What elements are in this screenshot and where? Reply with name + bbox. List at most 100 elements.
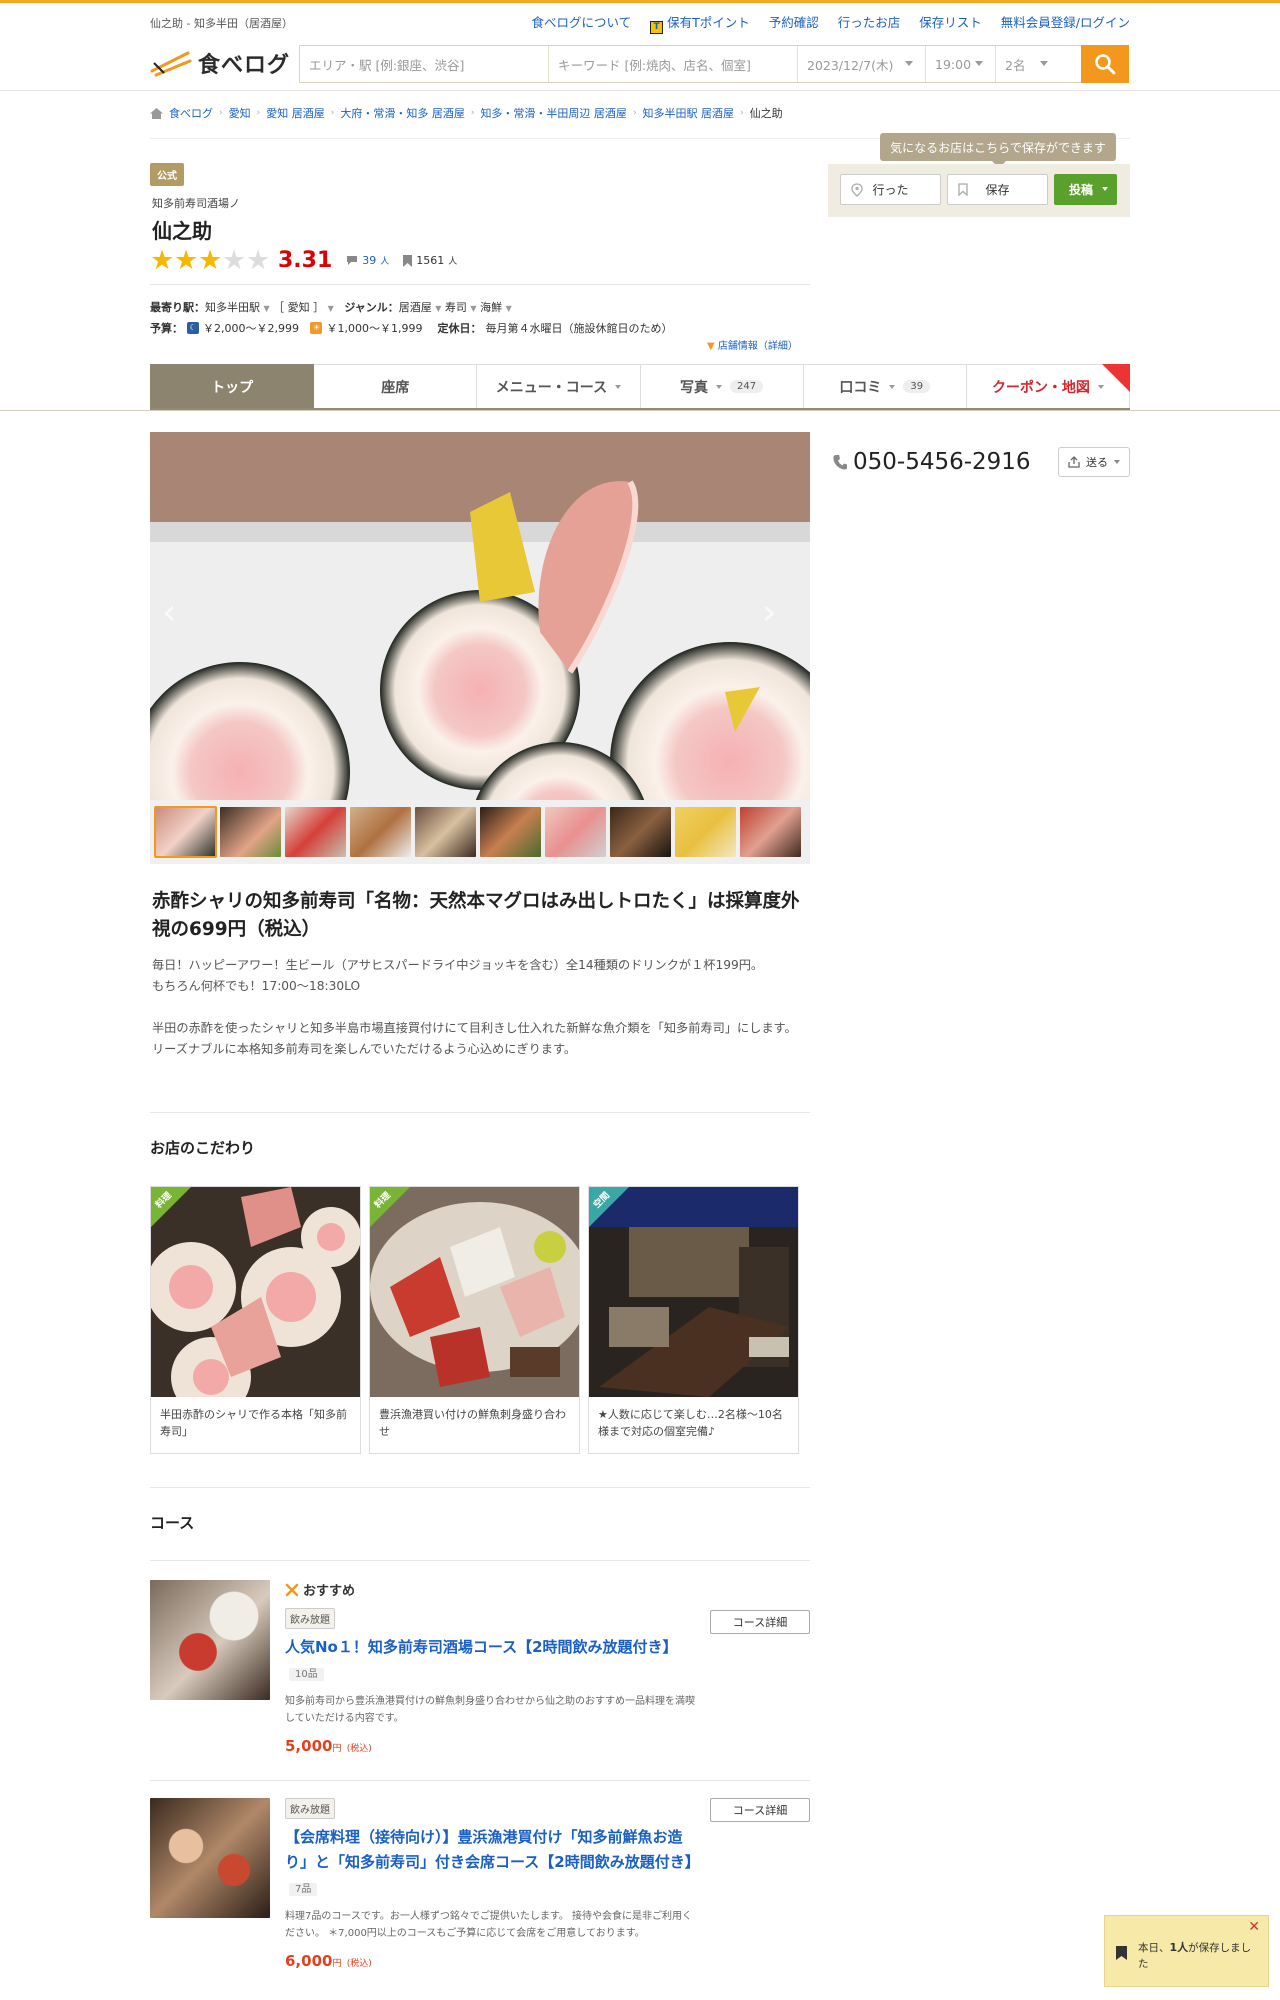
tab-label: トップ: [211, 379, 254, 396]
breadcrumb-item[interactable]: 食べログ: [169, 105, 213, 121]
kodawari-image: 料理: [370, 1187, 579, 1397]
course-title-link[interactable]: 【会席料理（接待向け）】豊浜漁港買付け「知多前鮮魚お造り」と「知多前寿司」付き会…: [285, 1825, 700, 1902]
star-empty-icon: ★: [222, 244, 247, 276]
phone-number[interactable]: 050-5456-2916: [833, 449, 1031, 475]
tab-top[interactable]: トップ: [150, 364, 315, 408]
divider: [150, 1112, 810, 1113]
prefecture[interactable]: ［ 愛知 ］: [273, 301, 324, 314]
kodawari-card[interactable]: 空間 ★人数に応じて楽しむ…2名様〜10名様まで対応の個室完備♪: [588, 1186, 799, 1454]
tab-coupon-map[interactable]: クーポン・地図: [966, 364, 1131, 408]
course-image[interactable]: [150, 1798, 270, 1918]
close-icon[interactable]: ✕: [1248, 1919, 1260, 1935]
photo-next-arrow-icon[interactable]: ›: [762, 595, 782, 631]
chevron-down-icon: [1114, 460, 1120, 464]
station-link[interactable]: 知多半田駅: [205, 301, 260, 314]
course-body: 飲み放題 【会席料理（接待向け）】豊浜漁港買付け「知多前鮮魚お造り」と「知多前寿…: [285, 1798, 700, 1970]
thumbnail[interactable]: [675, 807, 736, 857]
breadcrumb-item[interactable]: 知多・常滑・半田周辺 居酒屋: [480, 105, 627, 121]
arrow-down-icon: ▼: [707, 341, 715, 352]
save-count: 1561 人: [403, 254, 457, 267]
breadcrumb-separator: ›: [219, 108, 223, 118]
went-button[interactable]: 行った: [840, 174, 941, 205]
breadcrumb-item[interactable]: 知多半田駅 居酒屋: [643, 105, 735, 121]
people-select[interactable]: 2名: [996, 46, 1086, 82]
course-dish-count: 7品: [289, 1883, 318, 1896]
tab-menu[interactable]: メニュー・コース: [477, 364, 641, 408]
thumbnail[interactable]: [350, 807, 411, 857]
star-filled-icon: ★: [150, 244, 175, 276]
about-link[interactable]: 食べログについて: [531, 12, 631, 34]
course-description: 料理7品のコースです。お一人様ずつ銘々でご提供いたします。 接待や会食に是非ご利…: [285, 1911, 693, 1939]
thumbnail[interactable]: [285, 807, 346, 857]
tab-seats[interactable]: 座席: [314, 364, 478, 408]
header-links: 食べログについて T 保有Tポイント 予約確認 行ったお店 保存リスト 無料会員登…: [531, 12, 1130, 34]
bookmark-icon: [958, 183, 968, 196]
holiday-value: 毎月第４水曜日（施設休館日のため）: [485, 322, 673, 335]
breadcrumb-current: 仙之助: [749, 107, 783, 120]
dinner-icon: ☾: [187, 322, 199, 334]
site-label: 仙之助 - 知多半田（居酒屋）: [150, 17, 293, 30]
thumbnail[interactable]: [545, 807, 606, 857]
notice-count: 1人: [1169, 1941, 1189, 1954]
search-button[interactable]: [1081, 45, 1129, 83]
course-detail-button[interactable]: コース詳細: [710, 1610, 810, 1634]
date-value: 2023/12/7(木): [807, 57, 894, 73]
review-count: 39: [362, 254, 377, 267]
course-description: 知多前寿司から豊浜漁港買付けの鮮魚刺身盛り合わせから仙之助のおすすめ一品料理を満…: [285, 1696, 695, 1724]
divider: [150, 284, 810, 285]
store-detail-link[interactable]: ▼ 店舗情報（詳細）: [707, 337, 798, 352]
thumbnail[interactable]: [740, 807, 801, 857]
login-link[interactable]: 無料会員登録/ログイン: [1001, 12, 1130, 34]
saved-list-link[interactable]: 保存リスト: [919, 12, 982, 34]
genre-link[interactable]: 寿司: [445, 301, 467, 314]
course-tag: 飲み放題: [285, 1798, 335, 1819]
review-count-link[interactable]: 39 人: [346, 254, 389, 267]
comment-icon: [347, 256, 358, 265]
photo-prev-arrow-icon[interactable]: ‹: [162, 595, 182, 631]
tab-count-badge: 247: [730, 380, 764, 393]
reservation-link[interactable]: 予約確認: [769, 12, 819, 34]
visited-link[interactable]: 行ったお店: [838, 12, 901, 34]
genre-link[interactable]: 海鮮: [480, 301, 502, 314]
restaurant-name: 仙之助: [152, 219, 212, 243]
keep-button[interactable]: 保存: [947, 174, 1048, 205]
genre-link[interactable]: 居酒屋: [399, 301, 432, 314]
divider: [150, 1487, 810, 1488]
recommend-icon: [285, 1583, 299, 1596]
kodawari-title: お店のこだわり: [150, 1139, 256, 1157]
breadcrumb-separator: ›: [740, 108, 744, 118]
post-label: 投稿: [1069, 183, 1094, 197]
tab-count-badge: 39: [903, 380, 931, 393]
save-notice-popup: ✕ 本日、1人が保存しました: [1104, 1915, 1269, 1987]
kodawari-card[interactable]: 料理 豊浜漁港買い付けの鮮魚刺身盛り合わせ: [369, 1186, 580, 1454]
date-select[interactable]: 2023/12/7(木): [798, 46, 926, 82]
thumbnail[interactable]: [154, 806, 217, 858]
main-photo[interactable]: [150, 432, 810, 800]
kodawari-caption: ★人数に応じて楽しむ…2名様〜10名様まで対応の個室完備♪: [598, 1408, 783, 1438]
course-title-link[interactable]: 人気No１！知多前寿司酒場コース【2時間飲み放題付き】 10品: [285, 1635, 695, 1687]
post-button[interactable]: 投稿: [1054, 174, 1117, 205]
tab-reviews[interactable]: 口コミ 39: [803, 364, 967, 408]
course-detail-button[interactable]: コース詳細: [710, 1798, 810, 1822]
area-search-input[interactable]: エリア・駅 [例:銀座、渋谷]: [300, 46, 549, 82]
time-select[interactable]: 19:00: [926, 46, 996, 82]
course-body: おすすめ 飲み放題 人気No１！知多前寿司酒場コース【2時間飲み放題付き】 10品…: [285, 1580, 695, 1755]
breadcrumb-item[interactable]: 大府・常滑・知多 居酒屋: [340, 105, 465, 121]
tab-photos[interactable]: 写真 247: [640, 364, 804, 408]
search-icon: [1095, 54, 1116, 75]
thumbnail[interactable]: [610, 807, 671, 857]
tab-label: メニュー・コース: [495, 379, 608, 396]
tab-label: 写真: [680, 379, 709, 396]
thumbnail[interactable]: [415, 807, 476, 857]
breadcrumb-item[interactable]: 愛知 居酒屋: [266, 105, 325, 121]
breadcrumb-item[interactable]: 愛知: [229, 105, 251, 121]
site-logo[interactable]: 食べログ: [150, 47, 290, 79]
thumbnail[interactable]: [480, 807, 541, 857]
send-button[interactable]: 送る: [1058, 447, 1130, 477]
kodawari-card[interactable]: 料理 半田赤酢のシャリで作る本格「知多前寿司」: [150, 1186, 361, 1454]
tpoint-link[interactable]: T 保有Tポイント: [650, 12, 750, 34]
thumbnail[interactable]: [220, 807, 281, 857]
course-image[interactable]: [150, 1580, 270, 1700]
kodawari-list: 料理 半田赤酢のシャリで作る本格「知多前寿司」 料理 豊浜漁港買い付けの鮮魚刺身…: [150, 1186, 799, 1454]
keyword-search-input[interactable]: キーワード [例:焼肉、店名、個室]: [549, 46, 798, 82]
